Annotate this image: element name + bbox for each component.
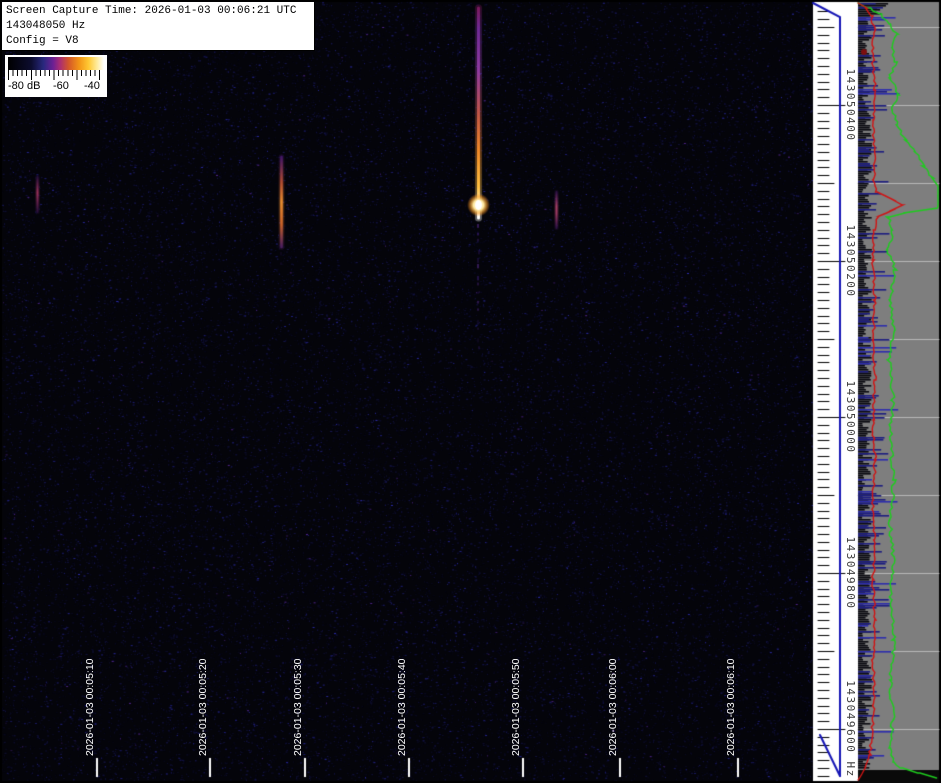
freq-axis-label: 143050000 bbox=[844, 380, 857, 454]
freq-axis-label: 143049600 Hz bbox=[844, 680, 857, 778]
colorbar-ticks bbox=[8, 70, 104, 80]
time-axis-label: 2026-01-03 00:06:00 bbox=[607, 658, 619, 757]
capture-frequency-text: 143048050 Hz bbox=[6, 20, 86, 32]
colorbar-label: -40 bbox=[84, 80, 100, 92]
colorbar-label: -60 bbox=[53, 80, 69, 92]
colorbar-label: -80 dB bbox=[8, 80, 41, 92]
time-axis-label: 2026-01-03 00:05:30 bbox=[292, 658, 304, 757]
freq-axis-label: 143049800 bbox=[844, 536, 857, 610]
time-axis-label: 2026-01-03 00:05:10 bbox=[84, 658, 96, 757]
time-axis-label: 2026-01-03 00:05:50 bbox=[510, 658, 522, 757]
capture-time-text: Screen Capture Time: 2026-01-03 00:06:21… bbox=[6, 5, 297, 17]
time-axis-label: 2026-01-03 00:05:40 bbox=[396, 658, 408, 757]
time-axis-label: 2026-01-03 00:06:10 bbox=[725, 658, 737, 757]
db-colorbar: -80 dB -60 -40 bbox=[5, 55, 107, 97]
freq-axis-label: 143050200 bbox=[844, 224, 857, 298]
config-text: Config = V8 bbox=[6, 35, 79, 47]
meteor-scatter-app-window: Screen Capture Time: 2026-01-03 00:06:21… bbox=[0, 0, 941, 783]
colorbar-gradient bbox=[8, 57, 104, 70]
time-axis-label: 2026-01-03 00:05:20 bbox=[197, 658, 209, 757]
waterfall-spectrogram-canvas bbox=[0, 0, 941, 783]
colorbar-labels: -80 dB -60 -40 bbox=[7, 80, 105, 94]
info-box: Screen Capture Time: 2026-01-03 00:06:21… bbox=[2, 2, 315, 51]
freq-axis-label: 143050400 bbox=[844, 68, 857, 142]
